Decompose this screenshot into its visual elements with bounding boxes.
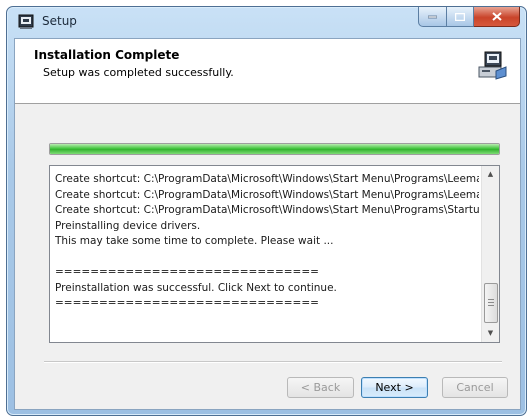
log-line: Preinstallation was successful. Click Ne… bbox=[55, 281, 337, 294]
log-line: Create shortcut: C:\ProgramData\Microsof… bbox=[55, 173, 479, 185]
maximize-icon bbox=[455, 12, 465, 21]
install-log[interactable]: Create shortcut: C:\ProgramData\Microsof… bbox=[49, 165, 500, 343]
grip-line bbox=[488, 299, 494, 300]
scroll-thumb[interactable] bbox=[484, 283, 498, 323]
install-progress-bar bbox=[49, 143, 500, 155]
cancel-button[interactable]: Cancel bbox=[442, 377, 508, 398]
installer-computer-icon bbox=[478, 51, 507, 80]
log-line: This may take some time to complete. Ple… bbox=[55, 235, 334, 247]
minimize-button[interactable] bbox=[418, 7, 447, 27]
close-icon bbox=[491, 12, 502, 21]
dialog-client: Installation Complete Setup was complete… bbox=[14, 38, 521, 410]
page-title: Installation Complete bbox=[34, 48, 180, 62]
window-controls bbox=[418, 7, 520, 27]
log-line: ============================== bbox=[55, 266, 319, 278]
window-title: Setup bbox=[42, 14, 77, 28]
button-separator bbox=[44, 361, 502, 363]
log-line: Create shortcut: C:\ProgramData\Microsof… bbox=[55, 204, 479, 216]
scroll-up-icon: ▲ bbox=[487, 170, 494, 178]
maximize-button[interactable] bbox=[447, 7, 474, 27]
log-lines: Create shortcut: C:\ProgramData\Microsof… bbox=[55, 172, 479, 312]
minimize-icon bbox=[428, 15, 437, 18]
scroll-down-button[interactable]: ▼ bbox=[482, 325, 499, 342]
next-button[interactable]: Next > bbox=[361, 377, 428, 398]
setup-window: Setup Installation Complete Setup was co… bbox=[6, 6, 527, 416]
back-button[interactable]: < Back bbox=[287, 377, 354, 398]
scroll-down-icon: ▼ bbox=[487, 329, 494, 337]
close-button[interactable] bbox=[474, 7, 520, 27]
setup-app-icon bbox=[18, 14, 34, 29]
grip-line bbox=[488, 302, 494, 303]
wizard-header: Installation Complete Setup was complete… bbox=[15, 39, 520, 104]
page-subtitle: Setup was completed successfully. bbox=[43, 66, 234, 79]
log-line: ============================== bbox=[55, 297, 319, 309]
log-line: Preinstalling device drivers. bbox=[55, 219, 201, 232]
scroll-up-button[interactable]: ▲ bbox=[482, 166, 499, 183]
progress-fill bbox=[50, 144, 499, 154]
grip-line bbox=[488, 305, 494, 306]
log-scrollbar[interactable]: ▲ ▼ bbox=[481, 166, 499, 342]
title-bar[interactable]: Setup bbox=[7, 7, 526, 37]
log-line: Create shortcut: C:\ProgramData\Microsof… bbox=[55, 188, 479, 201]
